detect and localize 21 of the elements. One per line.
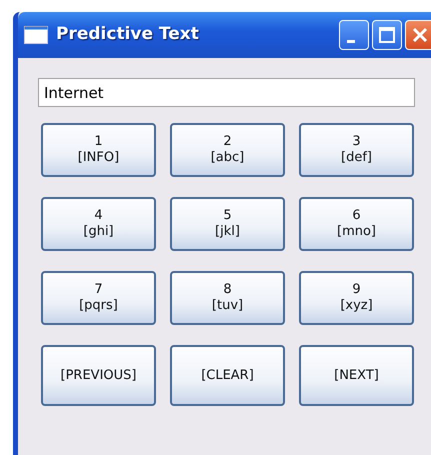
- keypad-button[interactable]: [NEXT]: [299, 345, 414, 406]
- maximize-button[interactable]: [372, 20, 402, 50]
- keypad-button[interactable]: 9 [xyz]: [299, 271, 414, 325]
- keypad-button[interactable]: 1 [INFO]: [41, 123, 156, 177]
- window-icon: [24, 26, 48, 44]
- close-button[interactable]: [405, 20, 431, 50]
- keypad-button[interactable]: [CLEAR]: [170, 345, 285, 406]
- keypad-button[interactable]: 8 [tuv]: [170, 271, 285, 325]
- close-icon: [411, 26, 429, 44]
- keypad-button[interactable]: 7 [pqrs]: [41, 271, 156, 325]
- minimize-icon: [347, 40, 355, 42]
- keypad-button[interactable]: 6 [mno]: [299, 197, 414, 251]
- text-field[interactable]: Internet: [38, 78, 415, 107]
- keypad-button[interactable]: 2 [abc]: [170, 123, 285, 177]
- keypad-button[interactable]: [PREVIOUS]: [41, 345, 156, 406]
- keypad-button[interactable]: 4 [ghi]: [41, 197, 156, 251]
- window-title: Predictive Text: [56, 23, 199, 46]
- maximize-icon: [378, 26, 396, 44]
- minimize-button[interactable]: [339, 20, 369, 50]
- keypad-button[interactable]: 5 [jkl]: [170, 197, 285, 251]
- keypad-button[interactable]: 3 [def]: [299, 123, 414, 177]
